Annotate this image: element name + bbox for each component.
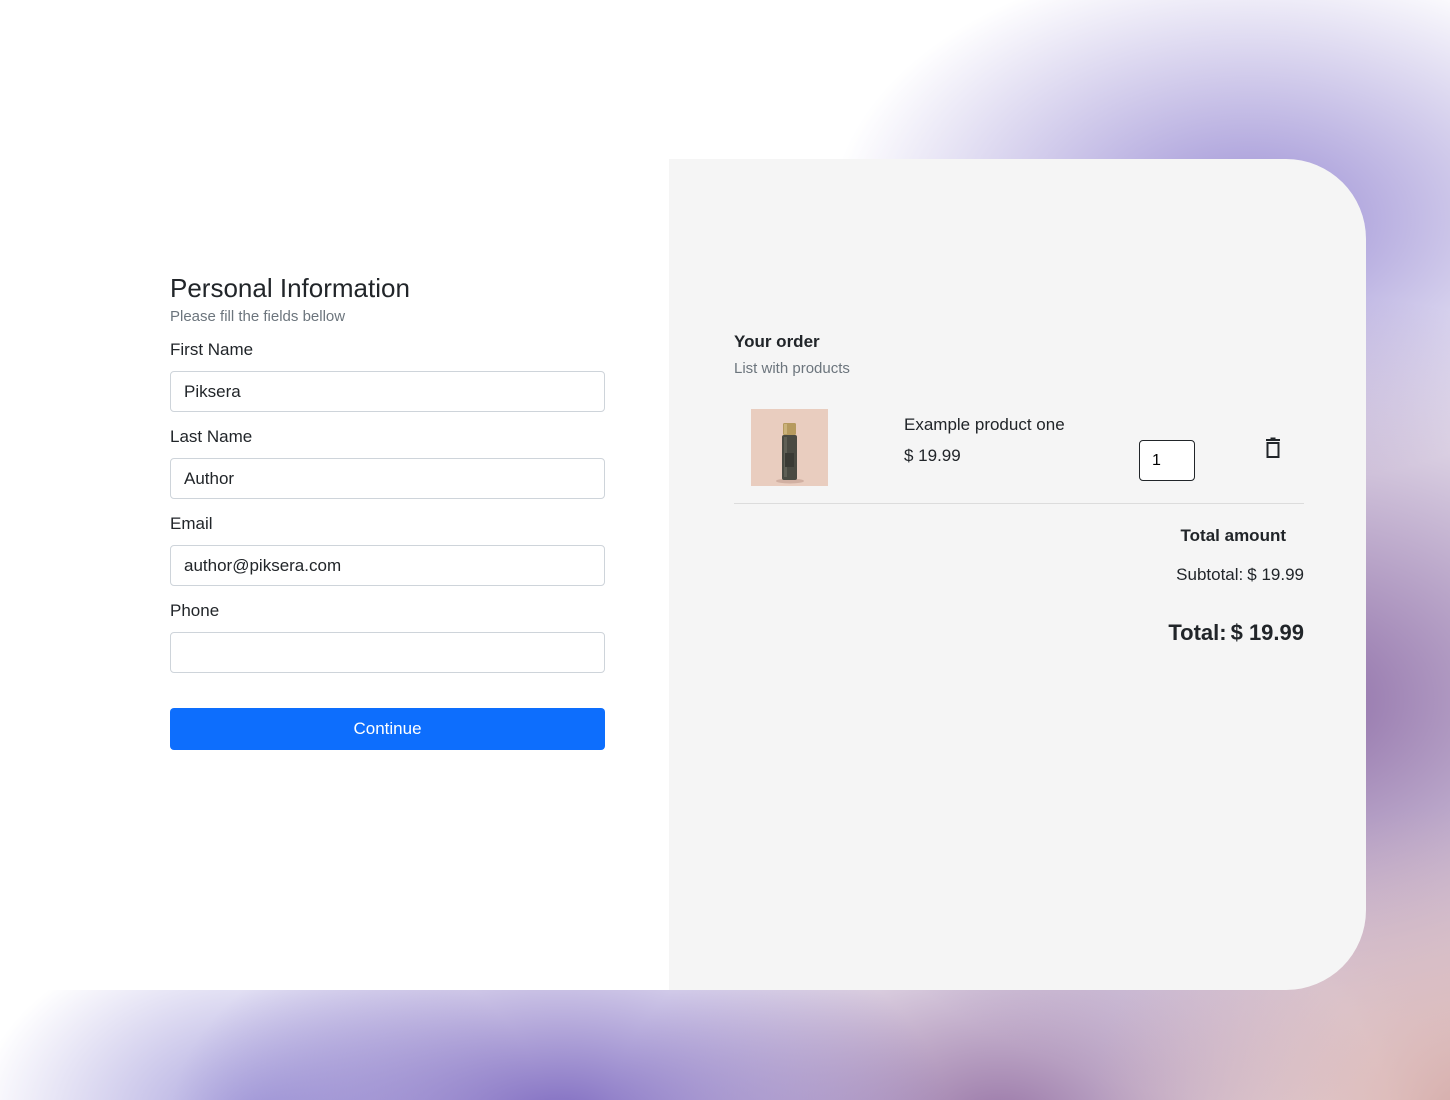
product-price: $ 19.99 [904, 446, 961, 465]
first-name-label: First Name [170, 340, 254, 359]
checkout-card: Personal Information Please fill the fie… [0, 159, 1366, 990]
order-summary: Your order List with products Example pr… [734, 329, 1304, 648]
last-name-input[interactable] [170, 458, 605, 499]
trash-icon [1266, 437, 1280, 458]
quantity-input[interactable] [1139, 440, 1195, 481]
email-input[interactable] [170, 545, 605, 586]
total-value: $ 19.99 [1230, 620, 1304, 645]
personal-info-panel: Personal Information Please fill the fie… [0, 159, 669, 990]
first-name-group: First Name [170, 339, 605, 412]
total: Total: $ 19.99 [734, 618, 1304, 648]
phone-group: Phone [170, 600, 605, 673]
continue-button[interactable]: Continue [170, 708, 605, 750]
order-panel: Your order List with products Example pr… [669, 159, 1366, 990]
subtotal: Subtotal: $ 19.99 [734, 564, 1304, 586]
subtotal-label: Subtotal: [1176, 565, 1244, 584]
last-name-label: Last Name [170, 427, 253, 446]
totals-title: Total amount [1180, 526, 1286, 545]
email-label: Email [170, 514, 213, 533]
phone-label: Phone [170, 601, 220, 620]
first-name-input[interactable] [170, 371, 605, 412]
order-subtitle: List with products [734, 360, 850, 377]
order-title: Your order [734, 332, 820, 351]
totals-section: Total amount Subtotal: $ 19.99 Total: $ 19… [734, 524, 1304, 648]
phone-input[interactable] [170, 632, 605, 673]
product-image [751, 409, 828, 486]
subtotal-value: $ 19.99 [1247, 565, 1304, 584]
product-name: Example product one [904, 415, 1065, 434]
total-label: Total: [1168, 620, 1227, 645]
form-subtitle: Please fill the fields bellow [170, 308, 346, 325]
form-title: Personal Information [170, 273, 410, 303]
last-name-group: Last Name [170, 426, 605, 499]
product-bottle-image [751, 409, 828, 486]
product-row: Example product one $ 19.99 [734, 395, 1304, 504]
personal-info-form: Personal Information Please fill the fie… [170, 269, 605, 750]
email-group: Email [170, 513, 605, 586]
delete-item-button[interactable] [1261, 436, 1285, 460]
